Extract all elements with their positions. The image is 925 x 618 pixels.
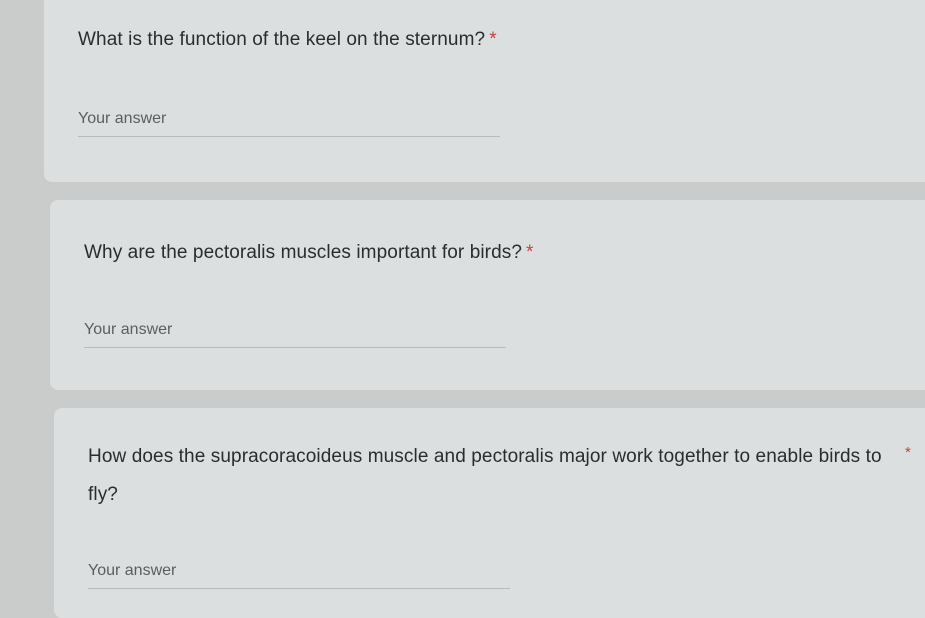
question-text-2: Why are the pectoralis muscles important… [84,242,523,263]
question-text-1: What is the function of the keel on the … [78,29,486,50]
required-asterisk-3: * [905,444,911,461]
question-card-2: Why are the pectoralis muscles important… [50,200,925,390]
question-card-1: What is the function of the keel on the … [44,0,925,182]
question-title-2: Why are the pectoralis muscles important… [84,235,534,271]
question-text-3: How does the supracoracoideus muscle and… [88,446,882,505]
question-title-3: How does the supracoracoideus muscle and… [88,438,888,514]
required-asterisk-1: * [489,29,497,50]
question-card-3: How does the supracoracoideus muscle and… [54,408,925,618]
answer-input-3[interactable] [88,554,510,589]
question-title-1: What is the function of the keel on the … [78,22,497,58]
answer-input-1[interactable] [78,102,500,137]
answer-input-2[interactable] [84,313,506,348]
required-asterisk-2: * [526,242,534,263]
